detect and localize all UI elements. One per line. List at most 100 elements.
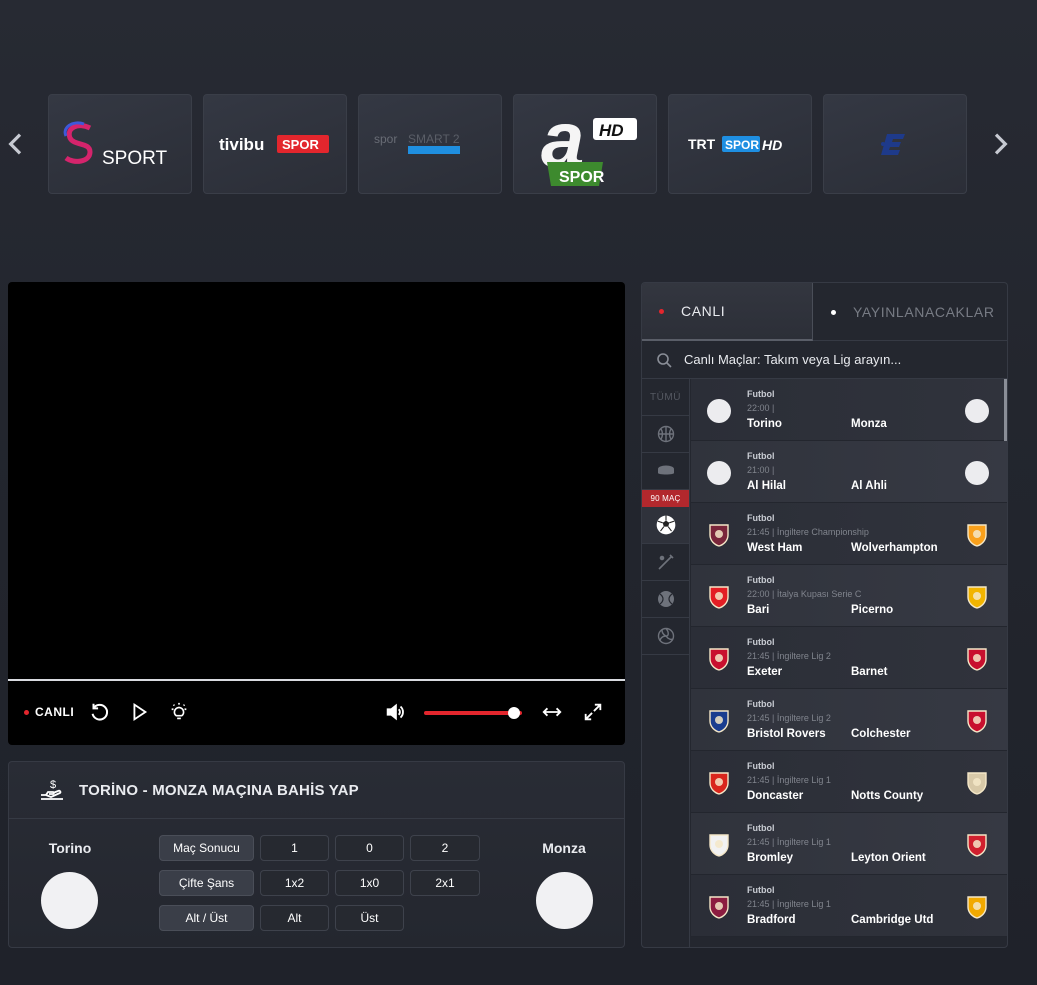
match-count-badge: 90 MAÇ xyxy=(642,490,689,507)
match-sport: Futbol xyxy=(747,513,775,523)
home-team-logo-icon xyxy=(707,399,731,423)
video-progress-bar[interactable] xyxy=(8,679,625,681)
match-row[interactable]: Futbol 21:45 | İngiltere Lig 2 Exeter Barne… xyxy=(691,627,1007,689)
match-home-team: Bromley xyxy=(747,852,794,864)
away-team-crest-icon xyxy=(967,834,987,857)
match-row[interactable]: Futbol 21:45 | İngiltere Lig 2 Bristol Rov… xyxy=(691,689,1007,751)
matches-panel: CANLI YAYINLANACAKLAR TÜMÜ 90 MAÇ xyxy=(641,282,1008,948)
bet-option-1x0[interactable]: 1x0 xyxy=(335,870,404,896)
bet-option-1x2[interactable]: 1x2 xyxy=(260,870,329,896)
carousel-prev-button[interactable] xyxy=(0,128,32,160)
home-team-crest-icon xyxy=(709,896,729,919)
match-row[interactable]: Futbol 21:00 | Al Hilal Al Ahli xyxy=(691,441,1007,503)
bet-category-double-chance[interactable]: Çifte Şans xyxy=(159,870,254,896)
match-sport: Futbol xyxy=(747,637,775,647)
home-team-crest-icon xyxy=(709,586,729,609)
play-button[interactable] xyxy=(128,698,150,726)
match-home-team: Bristol Rovers xyxy=(747,728,826,740)
channel-eurosport[interactable] xyxy=(823,94,967,194)
channel-spor-smart[interactable]: spor SMART 2 xyxy=(358,94,502,194)
tab-live-label: CANLI xyxy=(681,303,726,319)
bet-option-1[interactable]: 1 xyxy=(260,835,329,861)
match-time-league: 21:45 | İngiltere Lig 1 xyxy=(747,899,831,909)
a-spor-hd-logo: a HD SPOR xyxy=(541,96,637,186)
match-away-team: Leyton Orient xyxy=(851,852,926,864)
eurosport-logo xyxy=(881,134,905,155)
volume-slider[interactable] xyxy=(424,707,522,719)
home-team-crest-icon xyxy=(709,834,729,857)
carousel-next-button[interactable] xyxy=(984,128,1016,160)
away-team-crest-icon xyxy=(967,648,987,671)
bet-option-2[interactable]: 2 xyxy=(410,835,480,861)
svg-text:HD: HD xyxy=(599,121,624,140)
channel-carousel: SPORT tivibu SPOR spor SMART 2 a HD SPOR… xyxy=(0,94,1037,194)
spor-smart-logo: spor SMART 2 xyxy=(374,132,460,154)
volleyball-icon xyxy=(657,627,674,645)
tab-upcoming[interactable]: YAYINLANACAKLAR xyxy=(813,283,1007,341)
match-away-team: Wolverhampton xyxy=(851,542,938,554)
match-list-scrollbar[interactable] xyxy=(1004,379,1007,441)
match-time-league: 21:00 | xyxy=(747,465,775,475)
sport-filter-cricket[interactable] xyxy=(642,544,689,581)
svg-text:SPOR: SPOR xyxy=(282,137,319,152)
fullscreen-button[interactable] xyxy=(582,698,604,726)
away-team-crest-icon xyxy=(967,772,987,795)
match-home-team: Exeter xyxy=(747,666,783,678)
video-player[interactable]: CANLI xyxy=(8,282,625,745)
bet-option-over[interactable]: Üst xyxy=(335,905,404,931)
tivibu-spor-logo: tivibu SPOR xyxy=(219,135,329,154)
bet-option-under[interactable]: Alt xyxy=(260,905,329,931)
s-sport-logo-text: SPORT xyxy=(102,148,168,169)
sport-filter-hockey[interactable] xyxy=(642,453,689,490)
away-team-crest-icon xyxy=(967,524,987,547)
match-tabs: CANLI YAYINLANACAKLAR xyxy=(642,283,1007,341)
match-row[interactable]: Futbol 21:45 | İngiltere Lig 1 Bradford Cam… xyxy=(691,875,1007,937)
arrows-horizontal-icon xyxy=(542,707,562,717)
channel-a-spor-hd[interactable]: a HD SPOR xyxy=(513,94,657,194)
sport-filter-tennis[interactable] xyxy=(642,581,689,618)
bet-header: $ TORİNO - MONZA MAÇINA BAHİS YAP xyxy=(9,762,624,819)
bet-category-match-result[interactable]: Maç Sonucu xyxy=(159,835,254,861)
match-row[interactable]: Futbol 21:45 | İngiltere Lig 1 Doncaster No… xyxy=(691,751,1007,813)
match-row[interactable]: Futbol 22:00 | Torino Monza xyxy=(691,379,1007,441)
wide-mode-button[interactable] xyxy=(541,698,563,726)
home-team-crest-icon xyxy=(709,772,729,795)
match-sport: Futbol xyxy=(747,885,775,895)
channel-tivibu-spor[interactable]: tivibu SPOR xyxy=(203,94,347,194)
volume-button[interactable] xyxy=(384,698,406,726)
volume-slider-handle[interactable] xyxy=(508,707,521,719)
match-row[interactable]: Futbol 21:45 | İngiltere Lig 1 Bromley Leyt… xyxy=(691,813,1007,875)
sport-filter-volleyball[interactable] xyxy=(642,618,689,655)
svg-text:$: $ xyxy=(50,779,56,791)
svg-text:TRT: TRT xyxy=(688,136,716,152)
match-away-team: Monza xyxy=(851,418,887,430)
channel-trt-spor-hd[interactable]: TRT SPOR HD xyxy=(668,94,812,194)
match-home-team: Bari xyxy=(747,604,770,616)
live-label: CANLI xyxy=(35,705,75,719)
channel-s-sport[interactable]: SPORT xyxy=(48,94,192,194)
sport-filter-basketball[interactable] xyxy=(642,416,689,453)
bet-category-over-under[interactable]: Alt / Üst xyxy=(159,905,254,931)
bet-option-0[interactable]: 0 xyxy=(335,835,404,861)
match-list: Futbol 22:00 | Torino Monza Futbol 21:00 | Al … xyxy=(691,379,1007,939)
bet-option-2x1[interactable]: 2x1 xyxy=(410,870,480,896)
hockey-puck-icon xyxy=(657,465,674,475)
sport-filter-all[interactable]: TÜMÜ xyxy=(642,379,689,416)
bet-title: TORİNO - MONZA MAÇINA BAHİS YAP xyxy=(79,781,359,799)
match-row[interactable]: Futbol 22:00 | İtalya Kupası Serie C Bari P… xyxy=(691,565,1007,627)
search-icon xyxy=(657,352,672,368)
match-home-team: Al Hilal xyxy=(747,480,786,492)
search-input[interactable] xyxy=(684,352,984,367)
match-time-league: 21:45 | İngiltere Lig 2 xyxy=(747,713,831,723)
lights-button[interactable] xyxy=(168,698,190,726)
match-sport: Futbol xyxy=(747,451,775,461)
match-row[interactable]: Futbol 21:45 | İngiltere Championship West… xyxy=(691,503,1007,565)
tab-live[interactable]: CANLI xyxy=(642,283,813,341)
replay-button[interactable] xyxy=(88,698,110,726)
match-away-team: Picerno xyxy=(851,604,894,616)
match-sport: Futbol xyxy=(747,575,775,585)
bet-panel: $ TORİNO - MONZA MAÇINA BAHİS YAP Torino… xyxy=(8,761,625,948)
sport-filter-football[interactable] xyxy=(642,507,689,544)
match-home-team: Bradford xyxy=(747,914,796,926)
svg-text:HD: HD xyxy=(762,137,782,153)
